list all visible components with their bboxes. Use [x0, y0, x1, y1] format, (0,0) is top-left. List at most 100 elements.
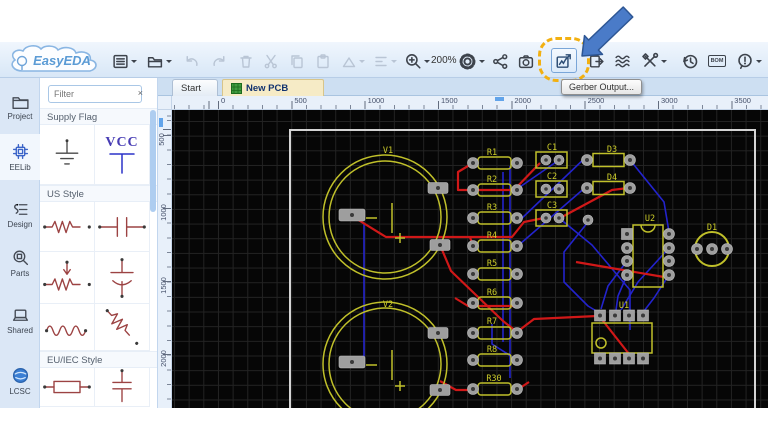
resistor-bodies[interactable] [477, 156, 512, 396]
section-header-eu-style: EU/IEC Style [40, 351, 157, 368]
component-U2[interactable] [632, 224, 664, 288]
history-button[interactable] [681, 51, 699, 71]
logo-text: EasyEDA [33, 53, 91, 68]
symbol-capacitor-eu[interactable] [95, 368, 150, 407]
sidebar-item-label: Parts [10, 269, 30, 278]
svg-text:R30: R30 [486, 374, 501, 384]
sidebar-item-label: LCSC [9, 387, 31, 396]
tab-new-pcb[interactable]: New PCB [222, 79, 324, 96]
cursor-position-marker-y [159, 118, 163, 127]
symbol-resistor-eu[interactable] [40, 368, 95, 407]
zoom-button[interactable] [404, 51, 430, 71]
open-folder-button[interactable] [146, 51, 172, 71]
symbol-vcc[interactable]: VCC [95, 125, 150, 185]
rotate-button[interactable] [341, 51, 365, 71]
component-U1[interactable] [591, 322, 653, 354]
sidebar-item-eelib[interactable]: EELib [0, 134, 40, 180]
waves-icon [615, 54, 630, 68]
symbol-ground[interactable] [40, 125, 95, 185]
resistor-pads [467, 157, 523, 395]
undo-button[interactable] [183, 51, 200, 71]
filter-input[interactable] [48, 85, 142, 103]
sidebar-item-project[interactable]: Project [0, 84, 40, 130]
dropdown-caret [391, 60, 397, 66]
symbol-potentiometer[interactable] [40, 252, 95, 304]
delete-button[interactable] [238, 51, 254, 71]
bom-button[interactable]: BOM [708, 51, 726, 71]
sidebar-item-lcsc[interactable]: LCSC [0, 358, 40, 404]
svg-text:U1: U1 [619, 301, 629, 311]
svg-text:U2: U2 [645, 214, 655, 224]
hammer-wrench-icon [642, 52, 659, 67]
symbol-resistor-diagonal[interactable] [95, 304, 150, 351]
dropdown-caret [359, 60, 365, 66]
symbol-inductor[interactable] [40, 304, 95, 351]
svg-text:R4: R4 [487, 231, 497, 241]
document-tabbar: Start New PCB [158, 78, 768, 96]
svg-text:R2: R2 [487, 175, 497, 185]
menu-list-button[interactable] [112, 51, 137, 71]
sidebar-item-shared[interactable]: Shared [0, 298, 40, 344]
redo-icon [213, 55, 225, 66]
settings-button[interactable] [458, 51, 485, 71]
symbol-capacitor-us[interactable] [95, 202, 150, 252]
cut-button[interactable] [263, 51, 279, 71]
svg-text:V1: V1 [383, 146, 393, 156]
export-image-button[interactable] [588, 51, 605, 71]
symbol-resistor-us[interactable] [40, 202, 95, 252]
scissors-icon [264, 54, 277, 68]
gerber-tooltip: Gerber Output... [561, 79, 643, 95]
gerber-output-icon [556, 53, 571, 68]
parts-search-icon [12, 250, 28, 266]
symbol-capacitor-variable[interactable] [95, 252, 150, 304]
history-clock-icon [683, 54, 698, 69]
svg-text:R3: R3 [487, 203, 497, 213]
ruler-corner [158, 96, 172, 110]
align-button[interactable] [373, 51, 397, 71]
undo-icon [186, 55, 198, 66]
u1-pads [594, 309, 649, 365]
paste-button[interactable] [315, 51, 331, 71]
tools-button[interactable] [641, 51, 667, 71]
rotate-icon [342, 56, 356, 67]
eelib-chip-icon [12, 143, 28, 160]
section-header-us-style: US Style [40, 185, 157, 202]
sidebar-item-design[interactable]: Design [0, 192, 40, 238]
svg-text:R7: R7 [487, 317, 497, 327]
camera-button[interactable] [517, 51, 535, 71]
svg-text:C2: C2 [547, 172, 557, 182]
svg-text:C3: C3 [547, 201, 557, 211]
svg-text:R5: R5 [487, 259, 497, 269]
svg-text:D3: D3 [607, 145, 617, 155]
gerber-output-button[interactable] [551, 48, 577, 73]
bom-icon: BOM [708, 55, 726, 67]
camera-icon [518, 54, 534, 68]
vertical-ruler: 500 1000 1500 2000 [158, 110, 172, 408]
sidebar-item-label: Shared [7, 326, 33, 335]
svg-text:D4: D4 [607, 173, 617, 183]
library-scrollbar[interactable] [150, 110, 156, 212]
lcsc-globe-icon [12, 367, 28, 384]
pcb-canvas[interactable]: V1 V2 R1 R2 R3 R4 R5 R6 R7 R8 R30 C1 C2 C3 D3 D4 U2 D1 U1 [172, 110, 768, 408]
tab-start[interactable]: Start [172, 79, 218, 96]
section-header-supply-flag: Supply Flag [40, 108, 157, 125]
copy-button[interactable] [289, 51, 305, 71]
sidebar-item-label: Project [7, 111, 33, 121]
menu-list-icon [113, 54, 128, 68]
help-button[interactable] [736, 51, 762, 71]
sidebar-item-parts[interactable]: Parts [0, 240, 40, 286]
dropdown-caret [424, 60, 430, 66]
component-V2[interactable] [322, 301, 448, 408]
share-button[interactable] [492, 51, 509, 71]
copper-area-button[interactable] [613, 51, 632, 71]
easyeda-window: EasyEDA 200% Gerber Output... BOM Projec… [0, 0, 768, 432]
u2-pads [621, 228, 675, 281]
sidebar-item-label: Design [7, 220, 33, 229]
svg-text:C1: C1 [547, 143, 557, 153]
project-folder-icon [11, 96, 29, 109]
library-panel: × Supply Flag VCC US Style [40, 78, 158, 408]
open-folder-icon [147, 56, 163, 68]
easyeda-logo: EasyEDA [11, 45, 97, 72]
redo-button[interactable] [211, 51, 228, 71]
clear-filter-icon[interactable]: × [138, 88, 143, 98]
